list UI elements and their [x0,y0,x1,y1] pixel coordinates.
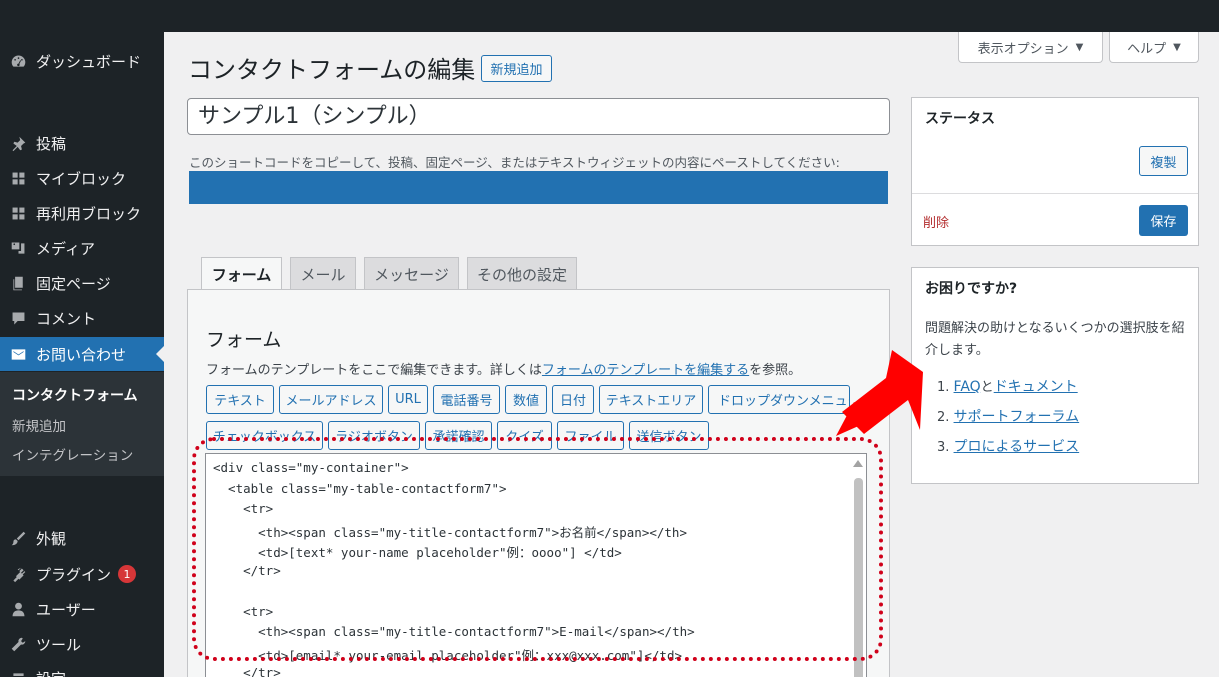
panel-description: フォームのテンプレートをここで編集できます。詳しくはフォームのテンプレートを編集… [206,363,802,378]
dashboard-icon [0,53,36,70]
submenu-integration[interactable]: インテグレーション [12,444,133,464]
delete-link[interactable]: 削除 [923,212,949,231]
menu-reusable-blocks[interactable]: 再利用ブロック [0,196,164,230]
status-box: ステータス 複製 削除 保存 [911,97,1199,246]
shortcode-field[interactable] [189,171,888,204]
tag-textarea-button[interactable]: テキストエリア [599,385,703,414]
user-icon [0,601,36,618]
tag-email-button[interactable]: メールアドレス [279,385,383,414]
menu-my-blocks[interactable]: マイブロック [0,161,164,195]
tag-url-button[interactable]: URL [388,385,428,414]
template-help-link[interactable]: フォームのテンプレートを編集する [542,363,749,378]
menu-appearance[interactable]: 外観 [0,521,164,555]
form-title-input[interactable]: サンプル1（シンプル） [187,98,890,135]
menu-posts[interactable]: 投稿 [0,126,164,160]
tag-tel-button[interactable]: 電話番号 [433,385,500,414]
caret-down-icon: ▼ [1075,41,1084,53]
caret-down-icon: ▼ [1173,41,1181,53]
faq-link[interactable]: FAQ [954,379,981,395]
plugin-update-badge: 1 [118,565,137,583]
blocks-icon [0,170,36,187]
menu-media[interactable]: メディア [0,231,164,265]
shortcode-description: このショートコードをコピーして、投稿、固定ページ、またはテキストウィジェットの内… [189,155,840,170]
menu-dashboard[interactable]: ダッシュボード [0,44,164,78]
menu-contact[interactable]: お問い合わせ [0,337,164,371]
tag-number-button[interactable]: 数値 [505,385,547,414]
wrench-icon [0,636,36,653]
help-tab-button[interactable]: ヘルプ ▼ [1109,32,1199,63]
menu-plugins[interactable]: プラグイン 1 [0,557,164,591]
media-icon [0,240,36,257]
tab-mail[interactable]: メール [290,257,356,290]
submenu-add-new[interactable]: 新規追加 [12,415,66,435]
menu-tools[interactable]: ツール [0,627,164,661]
plugin-icon [0,566,36,583]
admin-sidebar: ダッシュボード 投稿 マイブロック 再利用ブロック メディア 固定ページ コメン… [0,32,164,677]
support-forum-link[interactable]: サポートフォーラム [954,409,1080,425]
duplicate-button[interactable]: 複製 [1139,146,1188,176]
mail-icon [0,346,36,363]
page-title: コンタクトフォームの編集 [188,56,476,84]
help-list-item: 3. プロによるサービス [937,439,1080,455]
code-line: </tr> [213,665,281,677]
annotation-arrow-icon [836,350,923,436]
pin-icon [0,135,36,152]
page-icon [0,275,36,292]
submenu-contact-forms[interactable]: コンタクトフォーム [12,385,138,405]
help-box-title: お困りですか? [925,281,1018,297]
screen-options-button[interactable]: 表示オプション ▼ [958,32,1103,63]
save-button[interactable]: 保存 [1139,205,1188,236]
tag-text-button[interactable]: テキスト [206,385,274,414]
brush-icon [0,530,36,547]
tag-date-button[interactable]: 日付 [552,385,594,414]
blocks-icon [0,205,36,222]
pro-services-link[interactable]: プロによるサービス [954,439,1080,455]
docs-link[interactable]: ドキュメント [994,379,1078,395]
menu-settings[interactable]: 設定 [0,661,164,677]
tab-form[interactable]: フォーム [201,257,282,291]
admin-bar [0,0,1219,32]
tab-messages[interactable]: メッセージ [364,257,459,290]
add-new-button[interactable]: 新規追加 [481,55,552,82]
menu-comments[interactable]: コメント [0,301,164,335]
menu-users[interactable]: ユーザー [0,592,164,626]
tab-other-settings[interactable]: その他の設定 [467,257,577,290]
annotation-highlight-frame [192,437,883,661]
menu-pages[interactable]: 固定ページ [0,266,164,300]
tag-dropdown-button[interactable]: ドロップダウンメニュー [708,385,850,414]
help-box-text: 問題解決の助けとなるいくつかの選択肢を紹介します。 [925,321,1185,358]
help-box: お困りですか? 問題解決の助けとなるいくつかの選択肢を紹介します。 1. FAQ… [911,267,1199,484]
status-box-title: ステータス [925,111,995,127]
help-list-item: 2. サポートフォーラム [937,409,1080,425]
divider [912,193,1198,194]
comment-icon [0,310,36,327]
panel-heading: フォーム [206,329,282,351]
settings-icon [0,670,36,677]
help-list-item: 1. FAQとドキュメント [937,379,1078,395]
contact-submenu: コンタクトフォーム 新規追加 インテグレーション [0,372,164,476]
